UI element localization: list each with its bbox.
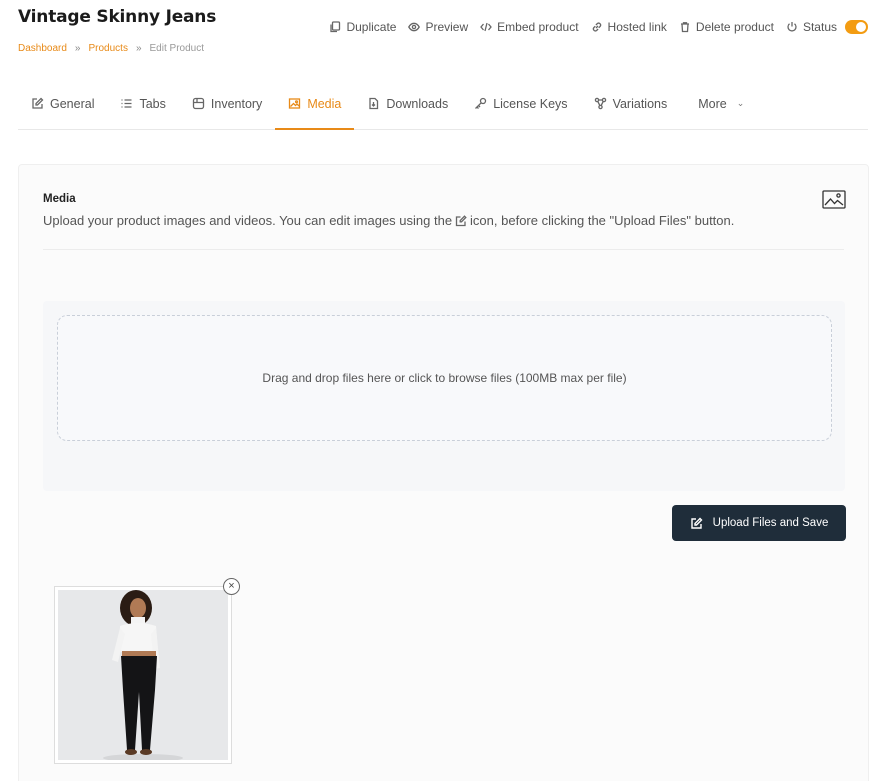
media-thumbnail[interactable] [54,586,232,764]
copy-icon [330,21,341,33]
trash-icon [680,22,689,33]
edit-icon [690,517,703,529]
embed-label: Embed product [497,20,579,34]
tab-downloads[interactable]: Downloads [354,78,461,129]
key-icon [475,97,487,109]
tab-media[interactable]: Media [275,78,355,130]
media-description: Upload your product images and videos. Y… [43,213,734,228]
hosted-link-label: Hosted link [607,20,667,34]
link-icon [592,22,601,32]
delete-label: Delete product [695,20,774,34]
media-panel: Media Upload your product images and vid… [18,164,869,781]
hosted-link-button[interactable]: Hosted link [591,20,667,34]
tab-tabs[interactable]: Tabs [107,78,178,129]
breadcrumb-separator: » [74,43,81,54]
remove-image-button[interactable]: × [223,578,240,595]
product-actions: Duplicate Preview Embed product Hosted l… [329,20,868,34]
tab-inventory[interactable]: Inventory [179,78,275,129]
embed-product-button[interactable]: Embed product [480,20,579,34]
tab-label: Inventory [210,96,263,111]
product-title: Vintage Skinny Jeans [18,7,217,27]
breadcrumb-current: Edit Product [149,43,204,54]
preview-label: Preview [425,20,469,34]
media-description-text: Upload your product images and videos. Y… [43,213,453,228]
duplicate-button[interactable]: Duplicate [329,20,396,34]
tab-general[interactable]: General [18,78,107,129]
breadcrumb-products[interactable]: Products [88,43,127,54]
product-photo-model [58,590,228,760]
tab-label: Media [307,96,342,111]
status-control: Status [786,20,868,34]
status-label: Status [802,20,837,34]
code-icon [480,22,493,32]
edit-icon [455,214,467,226]
tab-label: General [50,96,95,111]
tab-label: More [698,96,727,111]
box-icon [192,97,205,110]
product-image [58,590,228,760]
breadcrumb-dashboard[interactable]: Dashboard [18,43,67,54]
status-toggle[interactable] [845,20,868,34]
tab-label: Variations [612,96,668,111]
media-title: Media [43,193,76,205]
tab-variations[interactable]: Variations [581,78,681,129]
delete-product-button[interactable]: Delete product [679,20,774,34]
divider [43,249,844,250]
tab-label: Downloads [386,96,449,111]
image-icon [822,190,846,209]
dropzone-container: Drag and drop files here or click to bro… [43,301,845,491]
eye-icon [408,22,421,32]
duplicate-label: Duplicate [346,20,397,34]
list-icon [121,99,132,108]
preview-button[interactable]: Preview [408,20,468,34]
upload-button-label: Upload Files and Save [712,517,829,529]
variations-icon [594,97,606,110]
upload-files-and-save-button[interactable]: Upload Files and Save [672,505,846,541]
file-icon [369,97,379,110]
product-tabs: General Tabs Inventory Media Downloads L… [18,78,868,130]
tab-label: License Keys [493,96,568,111]
power-icon [787,22,797,32]
media-description-text-end: icon, before clicking the "Upload Files"… [470,213,735,228]
edit-icon [32,97,44,109]
tab-license-keys[interactable]: License Keys [461,78,580,129]
tab-label: Tabs [139,96,166,111]
chevron-down-icon: ⌄ [736,98,745,108]
tab-more[interactable]: More ⌄ [680,78,757,129]
breadcrumb: Dashboard » Products » Edit Product [18,43,204,54]
file-dropzone[interactable]: Drag and drop files here or click to bro… [57,315,832,441]
image-icon [289,98,301,109]
breadcrumb-separator: » [135,43,142,54]
